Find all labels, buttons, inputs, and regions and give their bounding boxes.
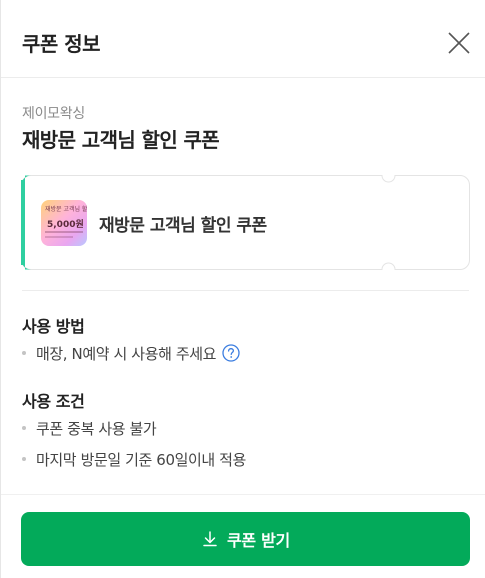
close-icon <box>448 32 470 54</box>
panel-header: 쿠폰 정보 <box>1 0 485 78</box>
bullet-icon <box>22 426 26 430</box>
coupon-ticket: 재방문 고객님 할인 쿠폰 5,000원 재방문 고객님 할인 쿠폰 <box>21 175 470 270</box>
ticket-coupon-name: 재방문 고객님 할인 쿠폰 <box>99 216 267 236</box>
usage-section-title: 사용 방법 <box>22 317 85 336</box>
usage-item: 매장, N예약 시 사용해 주세요 <box>22 342 240 364</box>
condition-item-text: 쿠폰 중복 사용 불가 <box>36 419 157 438</box>
download-icon <box>203 531 217 547</box>
get-coupon-button[interactable]: 쿠폰 받기 <box>21 512 470 566</box>
conditions-section-title: 사용 조건 <box>22 392 85 411</box>
coupon-thumbnail: 재방문 고객님 할인 쿠폰 5,000원 <box>41 200 87 246</box>
bullet-icon <box>22 351 26 355</box>
coupon-info-panel: 쿠폰 정보 제이모왁싱 재방문 고객님 할인 쿠폰 재방문 고객님 할인 쿠폰 … <box>0 0 485 578</box>
thumbnail-amount: 5,000원 <box>47 220 84 230</box>
coupon-title: 재방문 고객님 할인 쿠폰 <box>22 128 220 152</box>
usage-item-text: 매장, N예약 시 사용해 주세요 <box>36 344 217 363</box>
get-coupon-label: 쿠폰 받기 <box>227 531 290 550</box>
section-divider <box>22 290 469 291</box>
thumbnail-caption: 재방문 고객님 할인 쿠폰 <box>45 206 87 213</box>
close-button[interactable] <box>445 29 473 57</box>
condition-item: 쿠폰 중복 사용 불가 <box>22 417 157 439</box>
store-name: 제이모왁싱 <box>22 106 85 122</box>
condition-item: 마지막 방문일 기준 60일이내 적용 <box>22 448 246 470</box>
footer-divider <box>1 494 485 495</box>
help-circle-icon[interactable] <box>222 344 240 362</box>
condition-item-text: 마지막 방문일 기준 60일이내 적용 <box>36 450 246 469</box>
bullet-icon <box>22 457 26 461</box>
panel-title: 쿠폰 정보 <box>22 32 101 56</box>
